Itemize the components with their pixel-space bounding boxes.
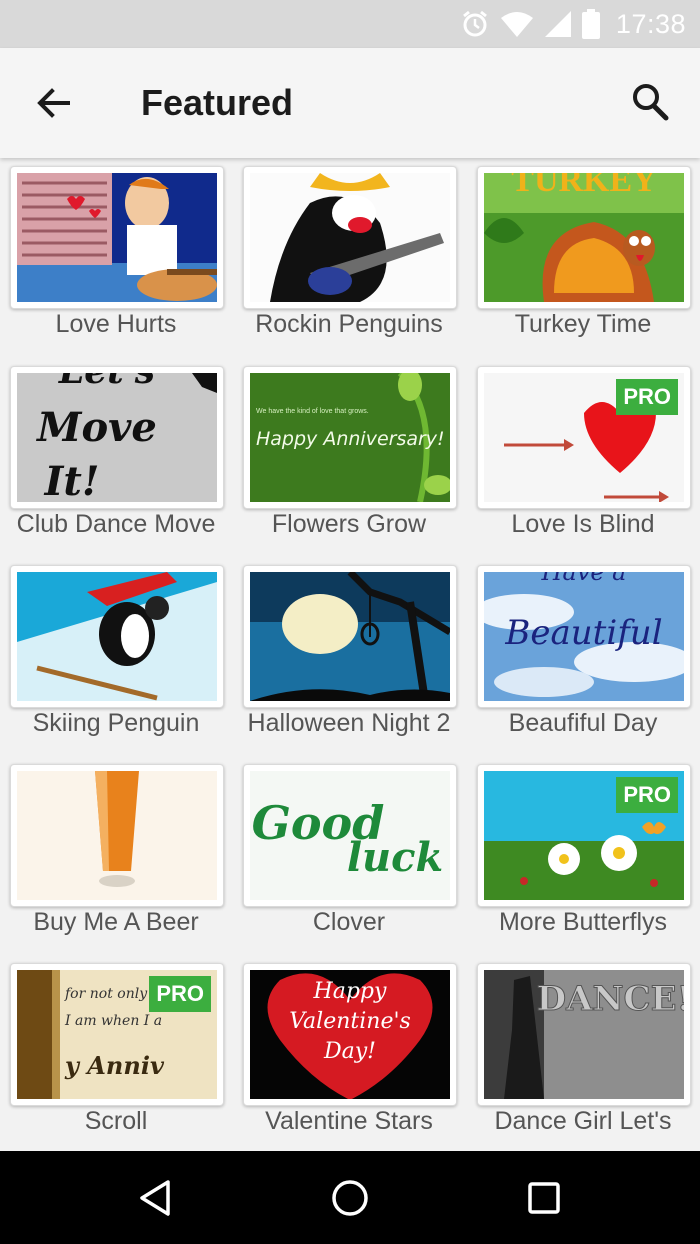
search-button[interactable] xyxy=(630,81,672,125)
clover-thumbnail: Good luck xyxy=(250,771,450,900)
card-scroll[interactable]: for not only I am when I a y Anniv PRO S… xyxy=(8,955,240,1152)
svg-text:It!: It! xyxy=(44,458,100,502)
nav-home-button[interactable] xyxy=(328,1176,372,1220)
rockin-penguins-thumbnail xyxy=(250,173,450,302)
card-thumbnail: PRO xyxy=(477,764,691,907)
svg-text:Let's: Let's xyxy=(58,373,155,392)
turkey-time-thumbnail: TURKEY xyxy=(484,173,684,302)
card-thumbnail: Have a Beautiful xyxy=(477,565,691,708)
card-love-is-blind[interactable]: PRO Love Is Blind xyxy=(475,358,700,558)
card-thumbnail: for not only I am when I a y Anniv PRO xyxy=(10,963,224,1106)
card-thumbnail xyxy=(10,565,224,708)
svg-text:Day!: Day! xyxy=(323,1039,376,1064)
svg-text:y Anniv: y Anniv xyxy=(64,1051,165,1080)
beautiful-day-thumbnail: Have a Beautiful xyxy=(484,572,684,701)
svg-text:We have the kind of love that: We have the kind of love that grows. xyxy=(256,408,369,415)
card-title: Valentine Stars xyxy=(265,1107,433,1135)
alarm-icon xyxy=(460,9,490,39)
beer-thumbnail xyxy=(17,771,217,900)
status-icons: 17:38 xyxy=(460,0,686,48)
signal-icon xyxy=(544,10,572,38)
back-button[interactable] xyxy=(32,83,76,123)
battery-icon xyxy=(581,9,600,39)
card-title: Turkey Time xyxy=(514,310,652,338)
card-title: Scroll xyxy=(84,1107,148,1135)
svg-text:Happy: Happy xyxy=(313,979,387,1004)
svg-text:TURKEY: TURKEY xyxy=(511,173,656,199)
card-thumbnail: DANCE! xyxy=(477,963,691,1106)
card-title: Clover xyxy=(312,908,386,936)
svg-text:Happy Anniversary!: Happy Anniversary! xyxy=(256,428,445,450)
card-more-butterflys[interactable]: PRO More Butterflys xyxy=(475,756,700,956)
card-thumbnail: TURKEY xyxy=(477,166,691,309)
flowers-grow-thumbnail: We have the kind of love that grows. Hap… xyxy=(250,373,450,502)
status-time: 17:38 xyxy=(615,8,686,39)
valentine-stars-thumbnail: Happy Valentine's Day! xyxy=(250,970,450,1099)
status-bar: 17:38 xyxy=(0,0,700,48)
card-halloween-night-2[interactable]: Halloween Night 2 xyxy=(241,557,473,757)
card-thumbnail: Good luck xyxy=(243,764,457,907)
skiing-penguin-thumbnail xyxy=(17,572,217,701)
triangle-back-icon xyxy=(140,1180,170,1216)
card-title: Halloween Night 2 xyxy=(247,709,451,737)
page-title: Featured xyxy=(141,82,294,123)
card-flowers-grow[interactable]: We have the kind of love that grows. Hap… xyxy=(241,358,473,558)
card-thumbnail xyxy=(10,166,224,309)
pro-badge: PRO xyxy=(616,777,678,813)
svg-text:Beautiful: Beautiful xyxy=(504,613,662,653)
card-title: Love Is Blind xyxy=(511,510,655,538)
card-dance-girl[interactable]: DANCE! Dance Girl Let's xyxy=(475,955,700,1152)
svg-text:DANCE!: DANCE! xyxy=(537,979,684,1019)
card-title: More Butterflys xyxy=(498,908,668,936)
card-title: Flowers Grow xyxy=(271,510,427,538)
card-thumbnail xyxy=(243,166,457,309)
svg-text:Move: Move xyxy=(35,404,157,451)
card-turkey-time[interactable]: TURKEY Turkey Time xyxy=(475,158,700,358)
card-title: Love Hurts xyxy=(55,310,177,338)
svg-text:Valentine's: Valentine's xyxy=(289,1009,411,1034)
card-thumbnail xyxy=(10,764,224,907)
card-title: Skiing Penguin xyxy=(32,709,200,737)
card-beautiful-day[interactable]: Have a Beautiful Beaufiful Day xyxy=(475,557,700,757)
svg-text:luck: luck xyxy=(347,834,443,881)
pro-badge: PRO xyxy=(149,976,211,1012)
card-title: Buy Me A Beer xyxy=(33,908,199,936)
card-thumbnail: We have the kind of love that grows. Hap… xyxy=(243,366,457,509)
club-dance-thumbnail: Let's Move It! xyxy=(17,373,217,502)
featured-grid: Love Hurts Rockin Penguins TURKEY Turkey… xyxy=(0,158,700,1152)
card-thumbnail: Let's Move It! xyxy=(10,366,224,509)
dance-girl-thumbnail: DANCE! xyxy=(484,970,684,1099)
nav-back-button[interactable] xyxy=(134,1176,178,1220)
card-title: Beaufiful Day xyxy=(508,709,658,737)
card-clover[interactable]: Good luck Clover xyxy=(241,756,473,956)
circle-home-icon xyxy=(332,1180,368,1216)
halloween-thumbnail xyxy=(250,572,450,701)
card-thumbnail xyxy=(243,565,457,708)
pro-badge: PRO xyxy=(616,379,678,415)
card-title: Club Dance Move xyxy=(16,510,216,538)
wifi-icon xyxy=(500,10,534,38)
square-recents-icon xyxy=(528,1182,560,1214)
app-bar: Featured xyxy=(0,48,700,158)
svg-text:I am when I a: I am when I a xyxy=(64,1013,162,1029)
love-hurts-thumbnail xyxy=(17,173,217,302)
card-thumbnail: PRO xyxy=(477,366,691,509)
arrow-back-icon xyxy=(37,88,70,118)
card-title: Rockin Penguins xyxy=(255,310,443,338)
svg-text:Have a: Have a xyxy=(541,572,627,586)
card-valentine-stars[interactable]: Happy Valentine's Day! Valentine Stars xyxy=(241,955,473,1152)
card-title: Dance Girl Let's xyxy=(494,1107,672,1135)
card-skiing-penguin[interactable]: Skiing Penguin xyxy=(8,557,240,757)
search-icon xyxy=(633,84,669,121)
nav-recents-button[interactable] xyxy=(522,1176,566,1220)
card-rockin-penguins[interactable]: Rockin Penguins xyxy=(241,158,473,358)
card-love-hurts[interactable]: Love Hurts xyxy=(8,158,240,358)
svg-text:for not only: for not only xyxy=(64,986,148,1002)
system-nav-bar xyxy=(0,1151,700,1244)
card-club-dance-move[interactable]: Let's Move It! Club Dance Move xyxy=(8,358,240,558)
card-buy-me-a-beer[interactable]: Buy Me A Beer xyxy=(8,756,240,956)
card-thumbnail: Happy Valentine's Day! xyxy=(243,963,457,1106)
